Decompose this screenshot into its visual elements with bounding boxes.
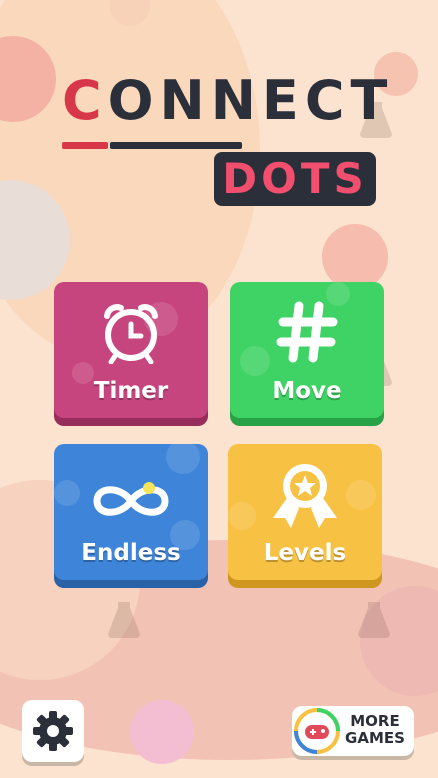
infinity-icon — [93, 482, 169, 516]
timer-label: Timer — [93, 378, 169, 404]
levels-label: Levels — [263, 540, 347, 566]
bubble — [54, 480, 80, 506]
bubble — [240, 346, 270, 376]
logo-connect-rest: ONNECT — [107, 69, 394, 132]
more-games-line2: GAMES — [345, 729, 405, 747]
bubble — [166, 444, 200, 474]
timer-mode-button[interactable]: Timer — [54, 282, 208, 426]
logo-underline-red — [62, 142, 108, 149]
endless-mode-button[interactable]: Endless — [54, 444, 208, 588]
more-games-button[interactable]: MORE GAMES — [292, 706, 414, 756]
logo-connector-line — [110, 142, 242, 149]
hashtag-icon — [276, 301, 338, 363]
more-games-line1: MORE — [350, 712, 400, 730]
logo-dots-box: DOTS — [214, 152, 376, 206]
logo-connect-text: CONNECT — [62, 74, 393, 128]
bubble — [228, 502, 256, 530]
more-games-label: MORE GAMES — [340, 713, 410, 747]
medal-star-icon — [273, 464, 337, 528]
bubble — [346, 480, 376, 510]
endless-label: Endless — [81, 540, 181, 566]
logo-connect-c: C — [62, 69, 108, 132]
move-mode-button[interactable]: Move — [230, 282, 384, 426]
move-label: Move — [272, 378, 342, 404]
gamepad-icon — [294, 708, 340, 754]
flask-icon — [358, 602, 390, 638]
bg-circle — [322, 224, 388, 290]
flask-icon — [108, 602, 140, 638]
gear-icon — [33, 711, 73, 751]
alarm-clock-icon — [104, 304, 158, 364]
bg-circle — [130, 700, 194, 764]
logo-dots-text: DOTS — [222, 154, 368, 203]
settings-button[interactable] — [22, 700, 84, 762]
levels-mode-button[interactable]: Levels — [228, 444, 382, 588]
game-logo: CONNECT DOTS — [62, 74, 387, 206]
